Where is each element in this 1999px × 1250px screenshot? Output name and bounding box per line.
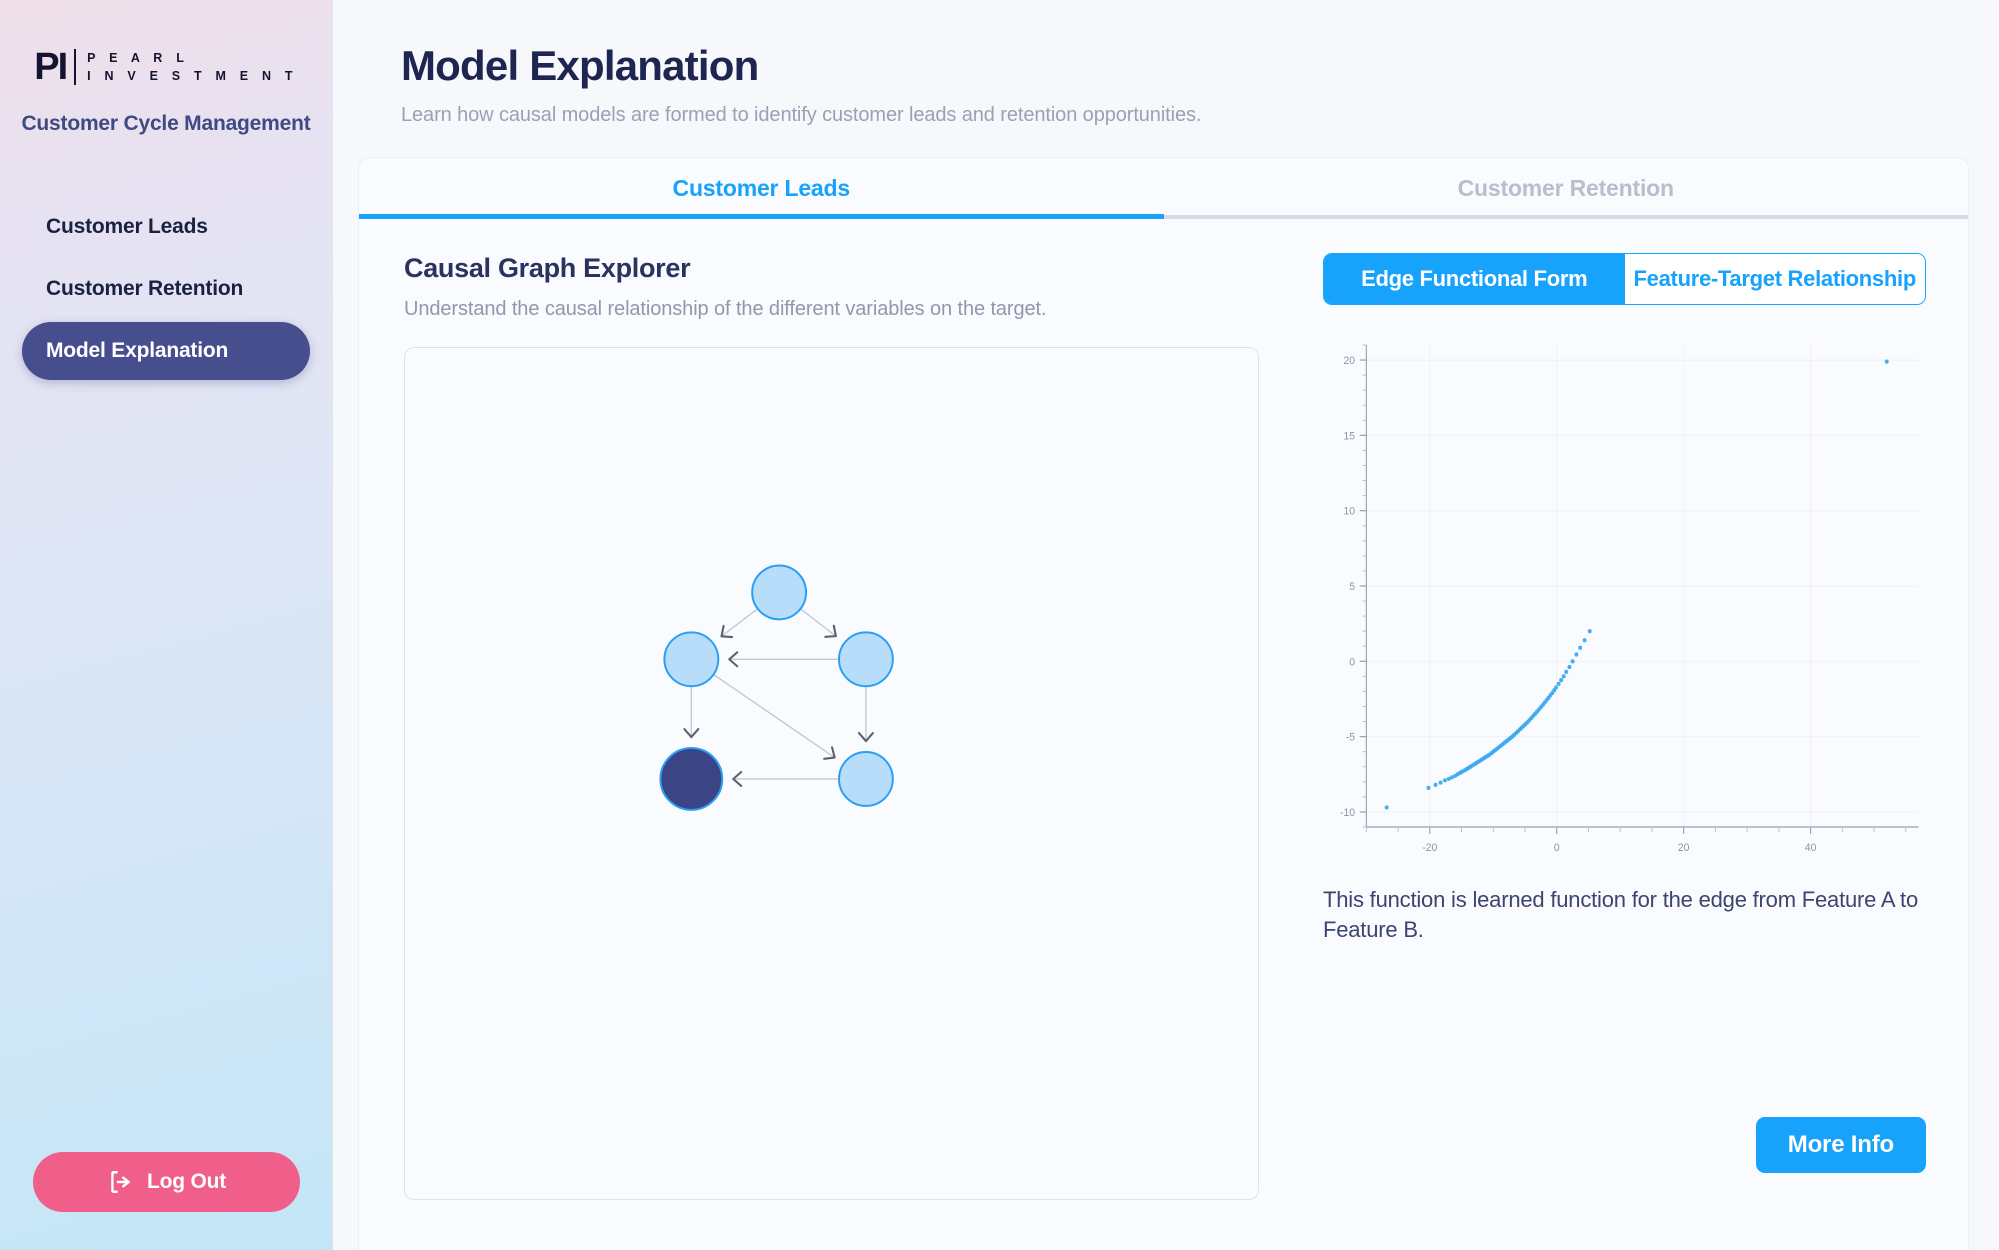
sidebar-item-customer-retention[interactable]: Customer Retention	[22, 260, 310, 318]
scatter-point	[1554, 685, 1559, 690]
y-axis-tick-label: 15	[1344, 430, 1356, 442]
explanation-toggle-group: Edge Functional Form Feature-Target Rela…	[1323, 253, 1926, 305]
app-root: PI P E A R L I N V E S T M E N T Custome…	[0, 0, 1999, 1250]
x-axis-tick-label: 20	[1678, 842, 1690, 854]
logout-arrow-icon	[107, 1169, 133, 1195]
causal-edge	[800, 608, 837, 637]
sidebar: PI P E A R L I N V E S T M E N T Custome…	[0, 0, 333, 1250]
scatter-point	[1574, 652, 1579, 657]
causal-graph-subtitle: Understand the causal relationship of th…	[404, 298, 1047, 320]
logo-mark: PI	[34, 46, 68, 88]
page-header: Model Explanation Learn how causal model…	[333, 0, 1999, 127]
causal-graph-canvas[interactable]	[404, 347, 1259, 1200]
sidebar-subtitle: Customer Cycle Management	[21, 112, 311, 135]
sidebar-item-customer-leads[interactable]: Customer Leads	[22, 198, 310, 256]
causal-graph-svg	[659, 564, 894, 811]
y-axis-tick-label: -5	[1346, 731, 1355, 743]
tab-customer-leads[interactable]: Customer Leads	[359, 158, 1164, 219]
scatter-point	[1426, 785, 1431, 790]
causal-node-feature[interactable]	[837, 631, 894, 688]
content-card: Causal Graph Explorer Understand the cau…	[358, 219, 1969, 1250]
edge-function-scatter-plot[interactable]: -10 -5 0 5 10 15 20 -20 0 20 40	[1323, 331, 1926, 871]
toggle-feature-target-relationship[interactable]: Feature-Target Relationship	[1624, 254, 1925, 304]
scatter-point	[1570, 659, 1575, 664]
y-axis-tick-label: 10	[1344, 505, 1356, 517]
logout-container: Log Out	[33, 1152, 300, 1212]
sidebar-item-model-explanation[interactable]: Model Explanation	[22, 322, 310, 380]
tab-customer-retention[interactable]: Customer Retention	[1163, 158, 1968, 219]
y-axis-tick-label: 5	[1349, 581, 1355, 593]
more-info-button[interactable]: More Info	[1755, 1117, 1926, 1173]
causal-edge	[721, 608, 758, 637]
causal-node-feature[interactable]	[837, 751, 894, 807]
scatter-point	[1587, 629, 1592, 634]
page-subtitle: Learn how causal models are formed to id…	[401, 104, 1202, 126]
scatter-point	[1582, 638, 1587, 643]
logo-divider	[74, 49, 77, 85]
causal-node-target[interactable]	[659, 747, 724, 811]
scatter-point	[1433, 782, 1438, 787]
y-axis-tick-label: 0	[1349, 656, 1355, 668]
logout-label: Log Out	[146, 1170, 227, 1193]
x-axis-tick-label: -20	[1422, 842, 1437, 854]
tab-bar: Customer Leads Customer Retention	[358, 157, 1969, 219]
causal-node-feature[interactable]	[751, 564, 808, 621]
sidebar-nav: Customer Leads Customer Retention Model …	[0, 198, 332, 380]
scatter-point	[1384, 805, 1389, 810]
y-axis-tick-label: -10	[1340, 807, 1355, 819]
brand-logo: PI P E A R L I N V E S T M E N T	[0, 48, 332, 86]
logout-button[interactable]: Log Out	[33, 1152, 300, 1212]
logo-word-pearl: P E A R L	[87, 51, 190, 65]
scatter-point	[1559, 678, 1564, 683]
toggle-edge-functional-form[interactable]: Edge Functional Form	[1324, 254, 1625, 304]
main-content: Model Explanation Learn how causal model…	[333, 0, 1999, 1250]
logo-wordmark: P E A R L I N V E S T M E N T	[87, 52, 298, 82]
causal-graph-title: Causal Graph Explorer	[404, 253, 691, 283]
scatter-point	[1556, 681, 1561, 687]
tab-active-underline	[359, 214, 1164, 219]
plot-description: This function is learned function for th…	[1323, 887, 1918, 943]
scatter-point	[1884, 359, 1889, 364]
x-axis-tick-label: 40	[1805, 842, 1817, 854]
scatter-point	[1561, 674, 1566, 679]
scatter-plot-svg: -10 -5 0 5 10 15 20 -20 0 20 40	[1340, 344, 1919, 854]
tab-inactive-underline	[1163, 215, 1968, 219]
page-title: Model Explanation	[401, 42, 759, 89]
scatter-point	[1564, 669, 1569, 674]
scatter-point	[1438, 780, 1443, 785]
x-axis-tick-label: 0	[1554, 842, 1560, 854]
causal-edge	[713, 674, 836, 759]
scatter-point	[1578, 645, 1583, 650]
causal-graph-panel: Causal Graph Explorer Understand the cau…	[359, 253, 1279, 1250]
logo-word-investment: I N V E S T M E N T	[87, 68, 298, 83]
explanation-panel: Edge Functional Form Feature-Target Rela…	[1279, 253, 1968, 1250]
tab-customer-leads-label: Customer Leads	[672, 175, 851, 201]
scatter-point	[1443, 778, 1448, 783]
tab-customer-retention-label: Customer Retention	[1457, 175, 1674, 201]
causal-node-feature[interactable]	[663, 631, 720, 688]
scatter-point	[1567, 664, 1572, 670]
y-axis-tick-label: 20	[1344, 355, 1356, 367]
